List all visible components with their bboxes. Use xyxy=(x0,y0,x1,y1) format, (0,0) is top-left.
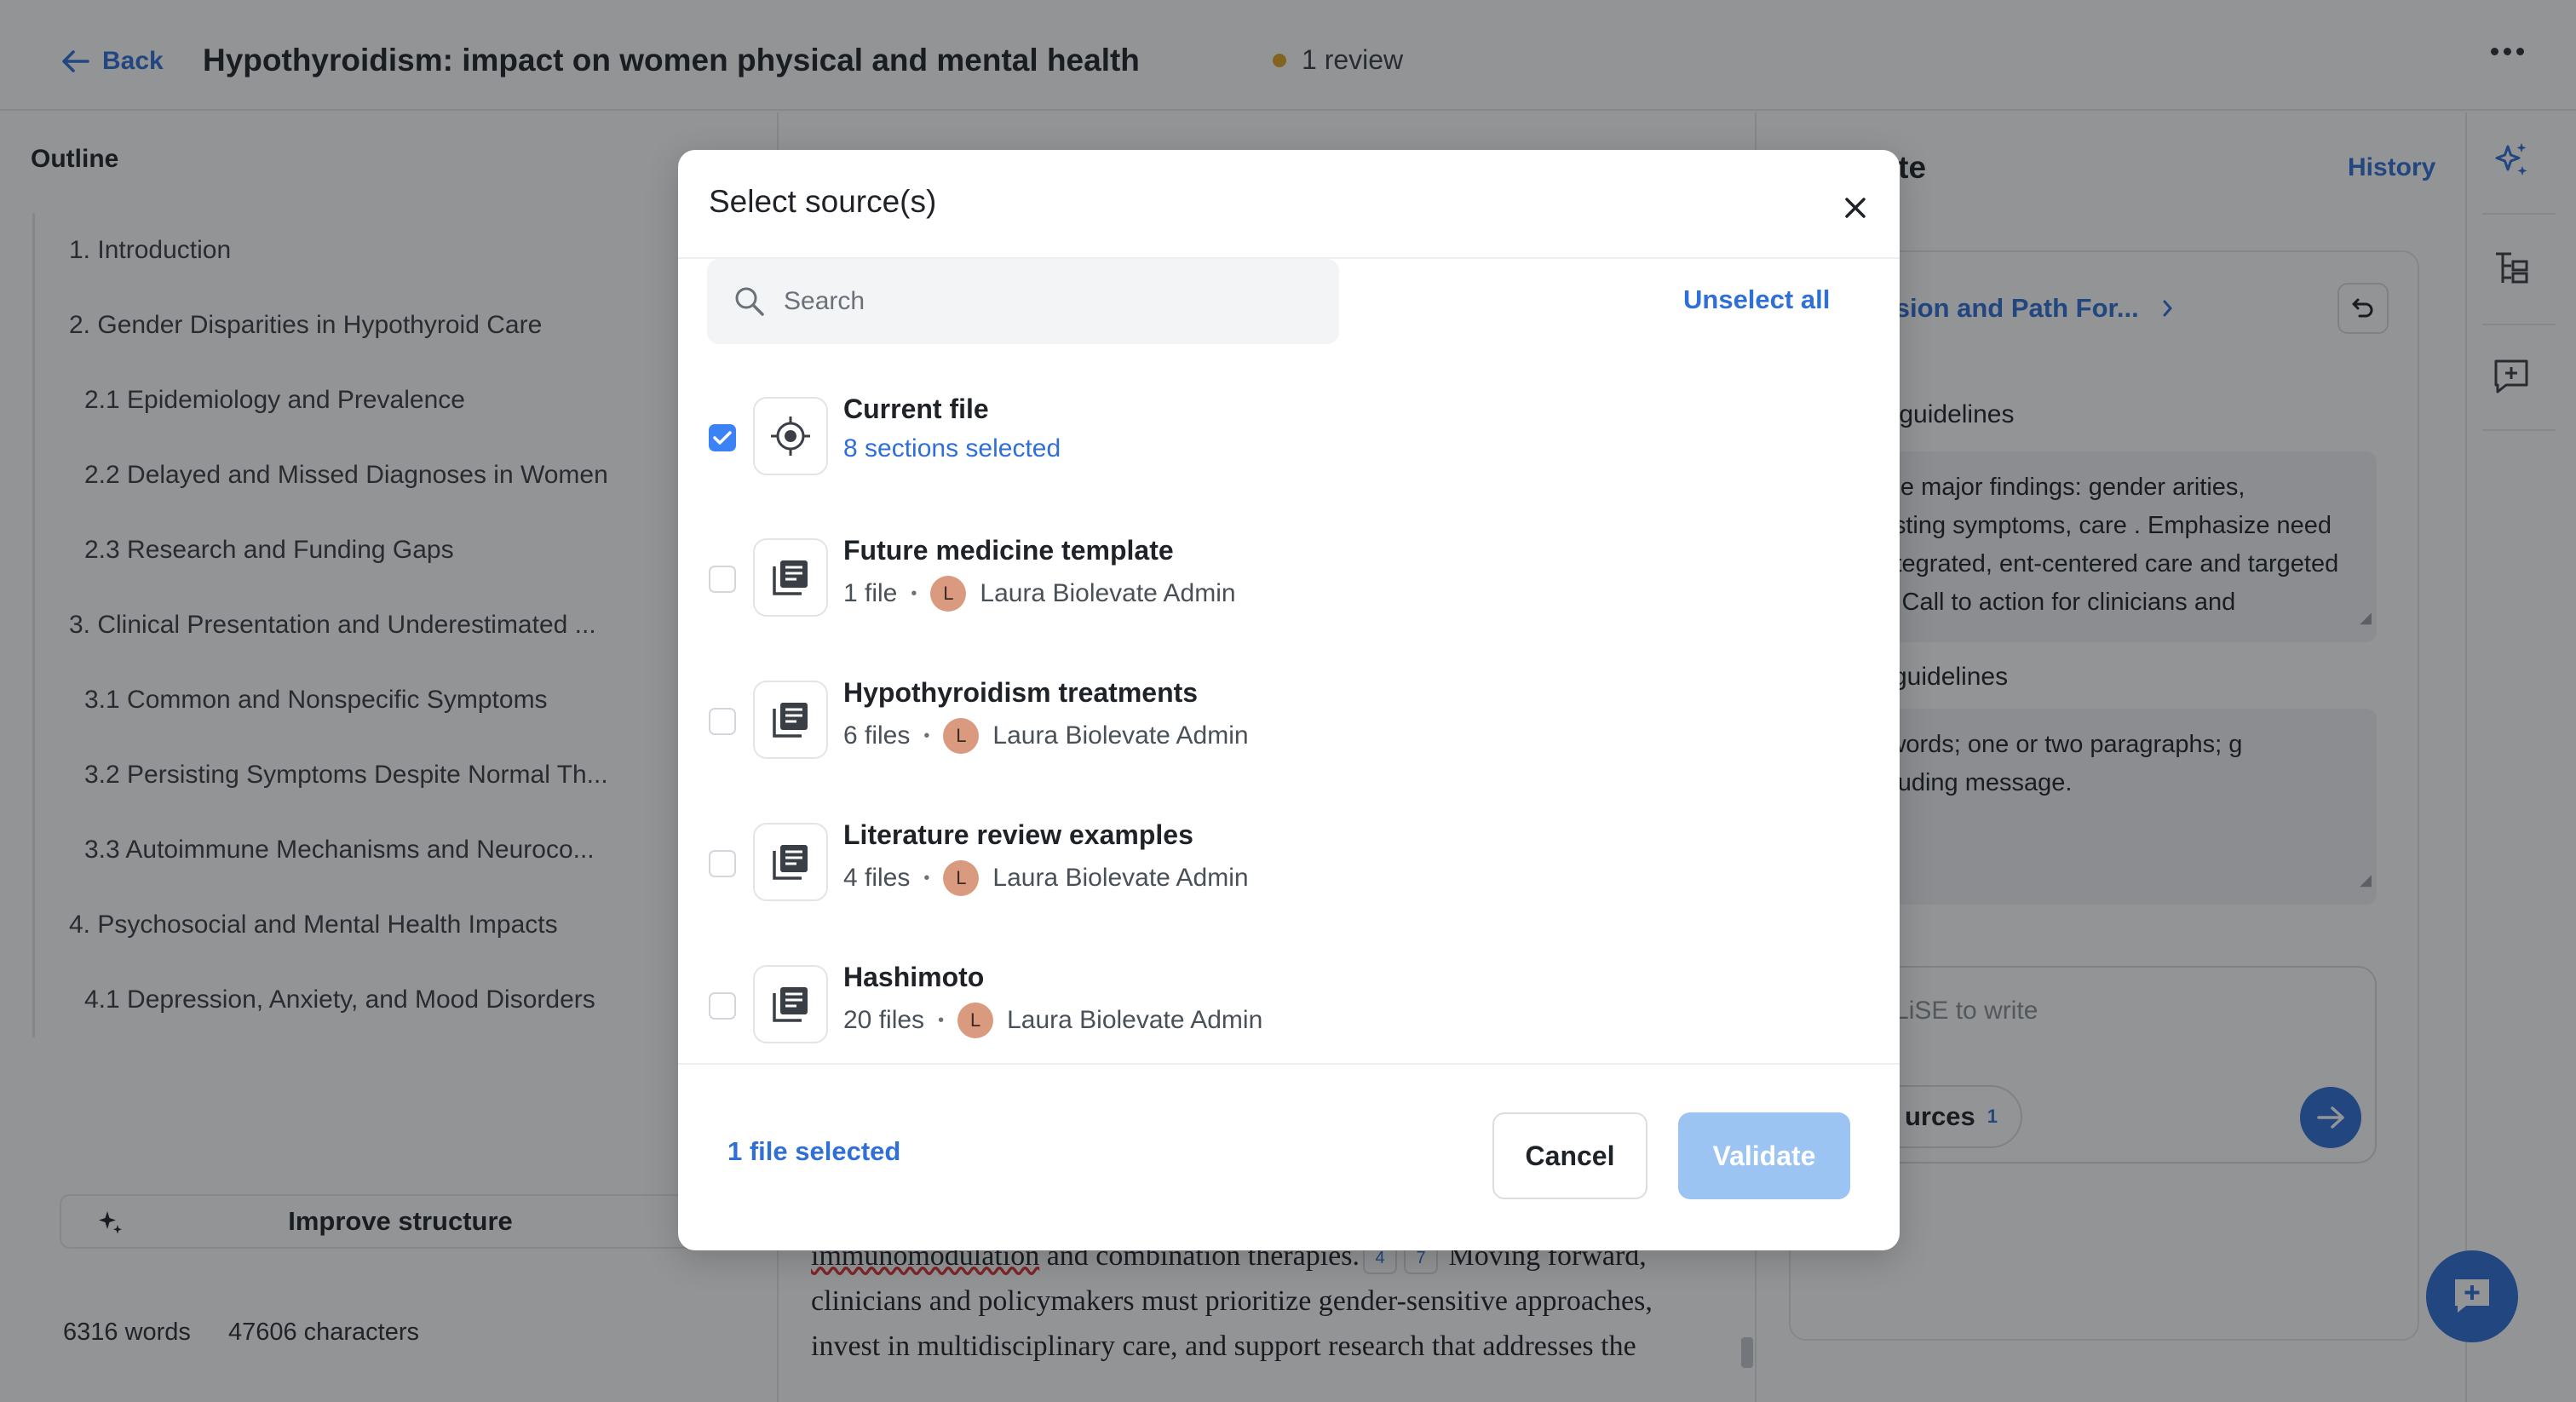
file-count: 20 files xyxy=(843,1006,925,1034)
sections-selected-link[interactable]: 8 sections selected xyxy=(843,434,1061,463)
source-row[interactable]: Future medicine template 1 file • L Laur… xyxy=(678,535,1900,647)
owner-name: Laura Biolevate Admin xyxy=(992,721,1249,750)
library-icon xyxy=(753,823,828,901)
file-count: 4 files xyxy=(843,864,911,892)
source-name: Future medicine template xyxy=(843,535,1174,566)
source-meta: 4 files • L Laura Biolevate Admin xyxy=(843,860,1249,896)
cancel-button[interactable]: Cancel xyxy=(1492,1112,1647,1199)
avatar: L xyxy=(930,576,967,612)
source-name: Literature review examples xyxy=(843,819,1193,850)
owner-name: Laura Biolevate Admin xyxy=(992,864,1249,892)
avatar: L xyxy=(943,718,980,754)
source-row[interactable]: Hashimoto 20 files • L Laura Biolevate A… xyxy=(678,962,1900,1074)
library-icon xyxy=(753,965,828,1043)
source-search[interactable] xyxy=(707,259,1339,344)
library-icon xyxy=(753,681,828,759)
validate-button[interactable]: Validate xyxy=(1678,1112,1850,1199)
dialog-title: Select source(s) xyxy=(709,184,937,219)
source-name: Hypothyroidism treatments xyxy=(843,677,1199,708)
source-checkbox[interactable] xyxy=(709,850,736,877)
source-meta: 8 sections selected xyxy=(843,434,1061,463)
source-checkbox[interactable] xyxy=(709,992,736,1020)
source-checkbox[interactable] xyxy=(709,424,736,451)
dialog-footer-divider xyxy=(678,1063,1900,1065)
owner-name: Laura Biolevate Admin xyxy=(1007,1006,1263,1034)
source-meta: 1 file • L Laura Biolevate Admin xyxy=(843,576,1236,612)
source-checkbox[interactable] xyxy=(709,708,736,735)
file-count: 1 file xyxy=(843,579,898,607)
check-icon xyxy=(713,431,732,445)
unselect-all-button[interactable]: Unselect all xyxy=(1683,284,1830,315)
search-icon xyxy=(735,287,764,316)
source-meta: 6 files • L Laura Biolevate Admin xyxy=(843,718,1249,754)
selection-summary: 1 file selected xyxy=(727,1136,901,1166)
separator-dot: • xyxy=(923,726,930,745)
source-name: Current file xyxy=(843,394,989,424)
source-row-current-file[interactable]: Current file 8 sections selected xyxy=(678,394,1900,506)
file-count: 6 files xyxy=(843,721,911,750)
search-input[interactable] xyxy=(784,287,1295,316)
separator-dot: • xyxy=(923,868,930,888)
source-meta: 20 files • L Laura Biolevate Admin xyxy=(843,1003,1262,1038)
separator-dot: • xyxy=(911,583,917,603)
select-sources-dialog: Select source(s) Unselect all Current fi… xyxy=(678,150,1900,1250)
avatar: L xyxy=(957,1003,994,1038)
library-icon xyxy=(753,538,828,617)
source-row[interactable]: Hypothyroidism treatments 6 files • L La… xyxy=(678,677,1900,790)
close-button[interactable] xyxy=(1837,189,1874,227)
source-row[interactable]: Literature review examples 4 files • L L… xyxy=(678,819,1900,932)
owner-name: Laura Biolevate Admin xyxy=(980,579,1236,607)
source-name: Hashimoto xyxy=(843,962,985,992)
close-icon xyxy=(1845,198,1866,218)
target-icon xyxy=(753,397,828,475)
separator-dot: • xyxy=(938,1010,945,1030)
avatar: L xyxy=(943,860,980,896)
source-checkbox[interactable] xyxy=(709,566,736,593)
